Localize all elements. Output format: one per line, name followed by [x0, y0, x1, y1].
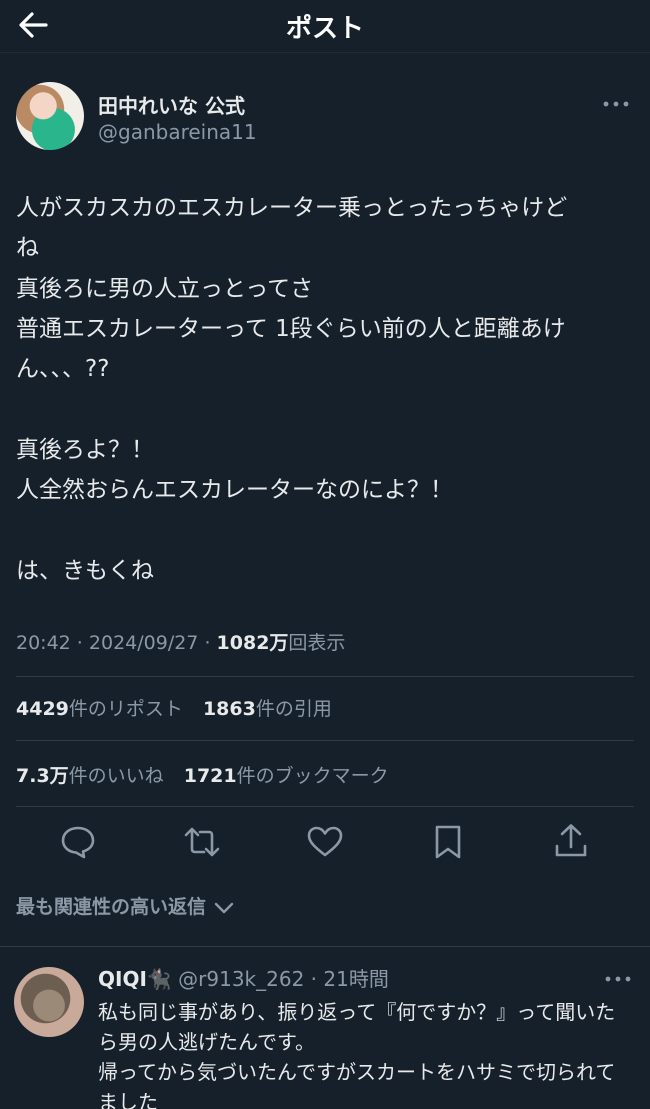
- repost-icon[interactable]: [182, 822, 222, 862]
- reply-display-name[interactable]: QIQI🐈‍⬛: [98, 967, 172, 991]
- bookmarks-label: 件のブックマーク: [236, 765, 389, 787]
- share-icon[interactable]: [551, 822, 591, 862]
- reply-text: 私も同じ事があり、振り返って『何ですか？』って聞いたら男の人逃げたんです。 帰っ…: [98, 1000, 616, 1109]
- action-bar: [16, 822, 634, 862]
- more-options-icon[interactable]: [604, 973, 632, 985]
- author-display-name[interactable]: 田中れいな 公式: [98, 90, 245, 119]
- reply-icon[interactable]: [58, 822, 98, 862]
- reposts-link[interactable]: 4429件のリポスト: [16, 698, 183, 720]
- reply-avatar[interactable]: [14, 967, 84, 1037]
- more-options-icon[interactable]: [602, 98, 630, 110]
- like-heart-icon[interactable]: [305, 822, 345, 862]
- quotes-count: 1863: [202, 698, 256, 720]
- views-label: 回表示: [288, 632, 346, 654]
- page-title: ポスト: [285, 14, 364, 44]
- reposts-label: 件のリポスト: [68, 698, 183, 720]
- meta-separator: ·: [70, 632, 89, 654]
- reposts-count: 4429: [16, 698, 69, 720]
- divider: [16, 676, 634, 677]
- reply-sort-dropdown[interactable]: 最も関連性の高い返信: [16, 892, 235, 919]
- like-stats: 7.3万件のいいね 1721件のブックマーク: [16, 761, 403, 788]
- reply-header: QIQI🐈‍⬛ @r913k_262 · 21時間: [98, 963, 389, 992]
- bookmarks-link[interactable]: 1721件のブックマーク: [184, 765, 389, 787]
- author-avatar[interactable]: [16, 82, 84, 150]
- post-date[interactable]: 2024/09/27: [89, 632, 199, 654]
- divider: [16, 806, 634, 807]
- likes-link[interactable]: 7.3万件のいいね: [16, 765, 164, 787]
- views-count: 1082万: [216, 632, 289, 654]
- reply-time[interactable]: 21時間: [323, 967, 388, 991]
- meta-separator: ·: [304, 967, 324, 991]
- bookmarks-count: 1721: [183, 765, 237, 787]
- post-time: 20:42: [16, 632, 71, 654]
- meta-separator: ·: [198, 632, 217, 654]
- quotes-label: 件の引用: [255, 698, 332, 720]
- likes-label: 件のいいね: [68, 765, 164, 787]
- reply-item[interactable]: QIQI🐈‍⬛ @r913k_262 · 21時間 私も同じ事があり、振り返って…: [0, 947, 650, 1109]
- author-handle[interactable]: @ganbareina11: [98, 120, 257, 144]
- chevron-down-icon: [214, 902, 233, 913]
- post-meta: 20:42 · 2024/09/27 · 1082万回表示: [16, 628, 345, 655]
- top-bar: ポスト: [0, 0, 650, 53]
- post-author: 田中れいな 公式 @ganbareina11: [16, 82, 634, 152]
- bookmark-icon[interactable]: [428, 822, 468, 862]
- reply-handle[interactable]: @r913k_262: [178, 967, 304, 991]
- repost-stats: 4429件のリポスト 1863件の引用: [16, 694, 346, 721]
- quotes-link[interactable]: 1863件の引用: [203, 698, 332, 720]
- likes-count: 7.3万: [16, 765, 69, 787]
- reply-sort-label: 最も関連性の高い返信: [16, 896, 207, 918]
- post-text: 人がスカスカのエスカレーター乗っとったっちゃけど ね 真後ろに男の人立っとってさ…: [16, 195, 568, 584]
- divider: [16, 740, 634, 741]
